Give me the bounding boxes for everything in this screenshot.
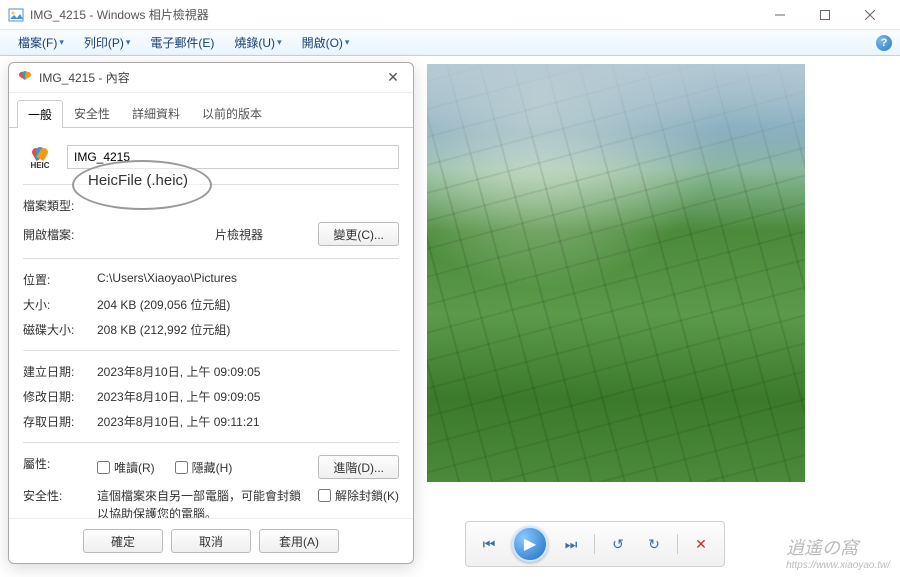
unblock-check[interactable]: 解除封鎖(K): [318, 487, 399, 504]
delete-button[interactable]: ✕: [688, 533, 714, 555]
menubar: 檔案(F)▾ 列印(P)▾ 電子郵件(E) 燒錄(U)▾ 開啟(O)▾ ?: [0, 30, 900, 56]
attrs-label: 屬性:: [23, 455, 97, 472]
cancel-button[interactable]: 取消: [171, 529, 251, 553]
advanced-button[interactable]: 進階(D)...: [318, 455, 399, 479]
window-title: IMG_4215 - Windows 相片檢視器: [30, 6, 757, 23]
dialog-body: HEIC 檔案類型: 開啟檔案: 片檢視器 變更(C)... 位置: C:\Us…: [9, 128, 413, 518]
help-icon[interactable]: ?: [876, 35, 892, 51]
app-icon: [8, 7, 24, 23]
play-button[interactable]: ▶: [512, 526, 548, 562]
change-button[interactable]: 變更(C)...: [318, 222, 399, 246]
menu-print[interactable]: 列印(P)▾: [74, 31, 141, 54]
tab-general[interactable]: 一般: [17, 100, 63, 128]
next-button[interactable]: ⏭: [558, 533, 584, 555]
maximize-button[interactable]: [802, 0, 847, 30]
created-label: 建立日期:: [23, 363, 97, 380]
photo-preview: [427, 64, 805, 482]
disksize-label: 磁碟大小:: [23, 321, 97, 338]
properties-dialog: IMG_4215 - 內容 ✕ 一般 安全性 詳細資料 以前的版本 HEIC 檔…: [8, 62, 414, 564]
openwith-value: 片檢視器: [105, 226, 310, 243]
main-area: ⏮ ▶ ⏭ ↺ ↻ ✕ IMG_4215 - 內容 ✕ 一般 安全性 詳細資料 …: [0, 56, 900, 577]
accessed-value: 2023年8月10日, 上午 09:11:21: [97, 413, 399, 430]
dialog-icon: [17, 70, 33, 86]
size-value: 204 KB (209,056 位元組): [97, 296, 399, 313]
location-value: C:\Users\Xiaoyao\Pictures: [97, 271, 399, 285]
dialog-close-button[interactable]: ✕: [381, 66, 405, 90]
ok-button[interactable]: 確定: [83, 529, 163, 553]
heic-file-icon: HEIC: [23, 140, 57, 174]
dialog-footer: 確定 取消 套用(A): [9, 518, 413, 563]
controlbar: ⏮ ▶ ⏭ ↺ ↻ ✕: [465, 521, 725, 567]
dialog-tabs: 一般 安全性 詳細資料 以前的版本: [9, 93, 413, 128]
minimize-button[interactable]: [757, 0, 802, 30]
menu-file[interactable]: 檔案(F)▾: [8, 31, 74, 54]
tab-previous[interactable]: 以前的版本: [191, 99, 273, 127]
filetype-label: 檔案類型:: [23, 197, 97, 214]
prev-button[interactable]: ⏮: [476, 533, 502, 555]
disksize-value: 208 KB (212,992 位元組): [97, 321, 399, 338]
location-label: 位置:: [23, 271, 97, 288]
accessed-label: 存取日期:: [23, 413, 97, 430]
menu-open[interactable]: 開啟(O)▾: [292, 31, 360, 54]
hidden-check[interactable]: 隱藏(H): [175, 459, 233, 476]
tab-details[interactable]: 詳細資料: [121, 99, 191, 127]
apply-button[interactable]: 套用(A): [259, 529, 339, 553]
readonly-check[interactable]: 唯讀(R): [97, 459, 155, 476]
modified-label: 修改日期:: [23, 388, 97, 405]
modified-value: 2023年8月10日, 上午 09:09:05: [97, 388, 399, 405]
rotate-cw-button[interactable]: ↻: [641, 533, 667, 555]
created-value: 2023年8月10日, 上午 09:09:05: [97, 363, 399, 380]
watermark: 逍遙の窩 https://www.xiaoyao.tw/: [786, 534, 890, 571]
titlebar: IMG_4215 - Windows 相片檢視器: [0, 0, 900, 30]
menu-burn[interactable]: 燒錄(U)▾: [224, 31, 291, 54]
size-label: 大小:: [23, 296, 97, 313]
separator: [677, 534, 678, 554]
rotate-ccw-button[interactable]: ↺: [605, 533, 631, 555]
dialog-title: IMG_4215 - 內容: [39, 69, 381, 86]
openwith-label: 開啟檔案:: [23, 226, 97, 243]
filename-input[interactable]: [67, 145, 399, 169]
menu-email[interactable]: 電子郵件(E): [140, 31, 224, 54]
tab-security[interactable]: 安全性: [63, 99, 121, 127]
close-button[interactable]: [847, 0, 892, 30]
security-text: 這個檔案來自另一部電腦，可能會封鎖以協助保護您的電腦。: [97, 487, 308, 518]
security-label: 安全性:: [23, 487, 97, 504]
dialog-titlebar: IMG_4215 - 內容 ✕: [9, 63, 413, 93]
separator: [594, 534, 595, 554]
window-buttons: [757, 0, 892, 30]
